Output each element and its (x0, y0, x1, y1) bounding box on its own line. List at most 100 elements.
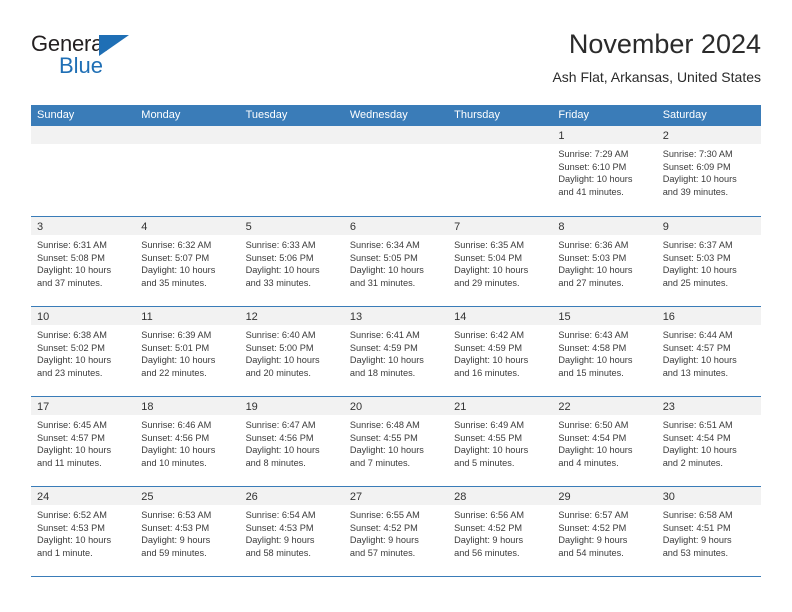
day-number-band: 29 (552, 487, 657, 505)
sunset-text: Sunset: 4:59 PM (454, 342, 523, 353)
day-cell[interactable]: 28 Sunrise: 6:56 AM Sunset: 4:52 PM Dayligh… (448, 487, 553, 576)
day-cell-empty (448, 126, 553, 216)
day-cell[interactable]: 12 Sunrise: 6:40 AM Sunset: 5:00 PM Dayligh… (239, 307, 344, 396)
daylight-text-line2: and 4 minutes. (558, 457, 619, 468)
day-number: 15 (558, 311, 571, 323)
day-cell[interactable]: 19 Sunrise: 6:47 AM Sunset: 4:56 PM Dayligh… (239, 397, 344, 486)
day-cell[interactable]: 29 Sunrise: 6:57 AM Sunset: 4:52 PM Dayligh… (552, 487, 657, 576)
daylight-text-line1: Daylight: 10 hours (662, 174, 737, 185)
daylight-text-line1: Daylight: 10 hours (141, 355, 216, 366)
day-cell[interactable]: 27 Sunrise: 6:55 AM Sunset: 4:52 PM Dayligh… (343, 487, 449, 576)
sunrise-text: Sunrise: 6:55 AM (349, 510, 420, 520)
daylight-text-line2: and 37 minutes. (37, 277, 103, 288)
calendar-grid: Sunday Monday Tuesday Wednesday Thursday… (31, 105, 761, 577)
day-cell[interactable]: 20 Sunrise: 6:48 AM Sunset: 4:55 PM Dayligh… (343, 397, 449, 486)
day-info: Sunrise: 6:44 AM Sunset: 4:57 PM Daylight:… (657, 325, 761, 379)
daylight-text-line2: and 27 minutes. (558, 277, 624, 288)
daylight-text-line2: and 20 minutes. (245, 367, 311, 378)
day-number-band (239, 126, 344, 144)
daylight-text-line2: and 31 minutes. (349, 277, 416, 288)
day-cell[interactable]: 8 Sunrise: 6:36 AM Sunset: 5:03 PM Daylight… (552, 217, 657, 306)
daylight-text-line2: and 33 minutes. (245, 277, 311, 288)
daylight-text-line1: Daylight: 10 hours (245, 355, 320, 366)
day-cell-empty (135, 126, 240, 216)
day-number-band (448, 126, 553, 144)
day-number-band (135, 126, 240, 144)
day-info: Sunrise: 6:32 AM Sunset: 5:07 PM Daylight:… (135, 235, 239, 289)
daylight-text-line1: Daylight: 10 hours (558, 445, 633, 456)
daylight-text-line1: Daylight: 10 hours (662, 355, 737, 366)
day-number-band (31, 126, 136, 144)
day-cell[interactable]: 30 Sunrise: 6:58 AM Sunset: 4:51 PM Dayligh… (656, 487, 761, 576)
day-cell[interactable]: 6 Sunrise: 6:34 AM Sunset: 5:05 PM Daylight… (343, 217, 449, 306)
day-cell[interactable]: 11 Sunrise: 6:39 AM Sunset: 5:01 PM Dayligh… (135, 307, 240, 396)
sunrise-text: Sunrise: 6:43 AM (558, 330, 629, 340)
week-row: 17 Sunrise: 6:45 AM Sunset: 4:57 PM Dayligh… (31, 396, 761, 486)
sunrise-text: Sunrise: 6:47 AM (245, 420, 316, 430)
day-number-band: 13 (343, 307, 449, 325)
daylight-text-line1: Daylight: 10 hours (558, 265, 633, 276)
logo-text-blue: Blue (59, 53, 104, 78)
day-cell[interactable]: 21 Sunrise: 6:49 AM Sunset: 4:55 PM Dayligh… (448, 397, 553, 486)
sunrise-text: Sunrise: 7:29 AM (558, 149, 629, 159)
day-cell[interactable]: 7 Sunrise: 6:35 AM Sunset: 5:04 PM Daylight… (448, 217, 553, 306)
day-number-band: 27 (343, 487, 449, 505)
weekday-header-row: Sunday Monday Tuesday Wednesday Thursday… (31, 105, 761, 126)
day-number-band: 1 (552, 126, 657, 144)
day-cell[interactable]: 2 Sunrise: 7:30 AM Sunset: 6:09 PM Daylight… (656, 126, 761, 216)
sunrise-text: Sunrise: 6:52 AM (37, 510, 107, 520)
sunrise-text: Sunrise: 6:32 AM (141, 240, 212, 250)
day-number-band: 17 (31, 397, 136, 415)
day-cell[interactable]: 16 Sunrise: 6:44 AM Sunset: 4:57 PM Dayligh… (656, 307, 761, 396)
day-cell[interactable]: 18 Sunrise: 6:46 AM Sunset: 4:56 PM Dayligh… (135, 397, 240, 486)
daylight-text-line1: Daylight: 10 hours (349, 265, 424, 276)
day-cell[interactable]: 9 Sunrise: 6:37 AM Sunset: 5:03 PM Daylight… (656, 217, 761, 306)
day-number: 6 (349, 221, 356, 233)
day-cell[interactable]: 13 Sunrise: 6:41 AM Sunset: 4:59 PM Dayligh… (343, 307, 449, 396)
week-row: 1 Sunrise: 7:29 AM Sunset: 6:10 PM Daylight… (31, 126, 761, 216)
sunset-text: Sunset: 4:53 PM (245, 522, 314, 533)
general-blue-logo[interactable]: General Blue (31, 32, 211, 84)
day-info: Sunrise: 6:51 AM Sunset: 4:54 PM Daylight:… (657, 415, 761, 469)
day-cell[interactable]: 24 Sunrise: 6:52 AM Sunset: 4:53 PM Dayligh… (31, 487, 136, 576)
daylight-text-line1: Daylight: 9 hours (454, 535, 524, 546)
day-number: 8 (558, 221, 565, 233)
day-cell[interactable]: 14 Sunrise: 6:42 AM Sunset: 4:59 PM Dayligh… (448, 307, 553, 396)
daylight-text-line2: and 39 minutes. (662, 186, 729, 197)
page-subtitle: Ash Flat, Arkansas, United States (552, 69, 761, 85)
day-cell[interactable]: 26 Sunrise: 6:54 AM Sunset: 4:53 PM Dayligh… (239, 487, 344, 576)
day-cell[interactable]: 23 Sunrise: 6:51 AM Sunset: 4:54 PM Dayligh… (656, 397, 761, 486)
sunset-text: Sunset: 4:52 PM (349, 522, 418, 533)
grid-bottom-border (31, 576, 761, 577)
day-number-band: 11 (135, 307, 240, 325)
sunset-text: Sunset: 4:54 PM (558, 432, 627, 443)
day-number: 21 (454, 401, 467, 413)
sunset-text: Sunset: 4:53 PM (141, 522, 210, 533)
day-cell-empty (31, 126, 136, 216)
sunrise-text: Sunrise: 6:42 AM (454, 330, 525, 340)
day-cell[interactable]: 1 Sunrise: 7:29 AM Sunset: 6:10 PM Daylight… (552, 126, 657, 216)
day-number: 11 (141, 311, 153, 323)
day-number-band: 18 (135, 397, 240, 415)
day-cell[interactable]: 22 Sunrise: 6:50 AM Sunset: 4:54 PM Dayligh… (552, 397, 657, 486)
day-cell[interactable]: 15 Sunrise: 6:43 AM Sunset: 4:58 PM Dayligh… (552, 307, 657, 396)
day-number: 1 (558, 130, 565, 142)
daylight-text-line1: Daylight: 10 hours (349, 355, 424, 366)
day-number-band: 23 (656, 397, 761, 415)
daylight-text-line2: and 15 minutes. (558, 367, 624, 378)
day-cell[interactable]: 17 Sunrise: 6:45 AM Sunset: 4:57 PM Dayligh… (31, 397, 136, 486)
day-info: Sunrise: 6:40 AM Sunset: 5:00 PM Daylight:… (240, 325, 344, 379)
sunrise-text: Sunrise: 6:38 AM (37, 330, 107, 340)
week-row: 3 Sunrise: 6:31 AM Sunset: 5:08 PM Daylight… (31, 216, 761, 306)
day-cell[interactable]: 3 Sunrise: 6:31 AM Sunset: 5:08 PM Daylight… (31, 217, 136, 306)
daylight-text-line2: and 22 minutes. (141, 367, 207, 378)
sunrise-text: Sunrise: 6:37 AM (662, 240, 733, 250)
day-cell[interactable]: 5 Sunrise: 6:33 AM Sunset: 5:06 PM Daylight… (239, 217, 344, 306)
sunrise-text: Sunrise: 6:58 AM (662, 510, 733, 520)
day-cell[interactable]: 10 Sunrise: 6:38 AM Sunset: 5:02 PM Dayligh… (31, 307, 136, 396)
sunrise-text: Sunrise: 6:31 AM (37, 240, 107, 250)
day-cell[interactable]: 4 Sunrise: 6:32 AM Sunset: 5:07 PM Daylight… (135, 217, 240, 306)
day-info: Sunrise: 6:38 AM Sunset: 5:02 PM Daylight:… (31, 325, 135, 379)
day-cell[interactable]: 25 Sunrise: 6:53 AM Sunset: 4:53 PM Dayligh… (135, 487, 240, 576)
day-number-band: 15 (552, 307, 657, 325)
